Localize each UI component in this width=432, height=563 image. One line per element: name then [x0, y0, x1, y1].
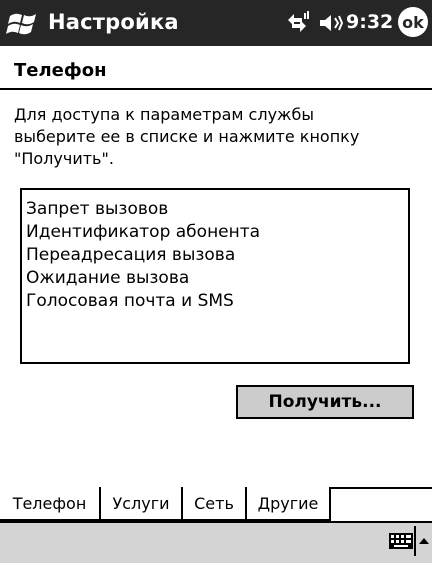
- services-listbox[interactable]: Запрет вызовов Идентификатор абонента Пе…: [20, 188, 410, 364]
- windows-flag-icon[interactable]: [6, 6, 42, 40]
- list-item-call-barring[interactable]: Запрет вызовов: [26, 198, 168, 220]
- list-item-voicemail-sms[interactable]: Голосовая почта и SMS: [26, 290, 234, 312]
- app-title[interactable]: Настройка: [48, 10, 179, 34]
- ok-button[interactable]: ok: [398, 7, 428, 37]
- keyboard-icon[interactable]: [388, 531, 414, 551]
- tab-network[interactable]: Сеть: [181, 487, 247, 521]
- get-button[interactable]: Получить...: [236, 385, 414, 419]
- tab-other[interactable]: Другие: [245, 487, 331, 521]
- header-divider: [0, 88, 432, 90]
- list-item-caller-id[interactable]: Идентификатор абонента: [26, 221, 260, 243]
- tab-phone[interactable]: Телефон: [0, 487, 101, 521]
- list-item-call-forwarding[interactable]: Переадресация вызова: [26, 244, 235, 266]
- clock[interactable]: 9:32: [346, 11, 393, 33]
- volume-icon[interactable]: [318, 11, 344, 35]
- connectivity-icon[interactable]: [284, 10, 310, 36]
- instructions-text: Для доступа к параметрам службы выберите…: [14, 105, 360, 168]
- menu-bar: [0, 521, 432, 563]
- page-title: Телефон: [14, 60, 107, 81]
- tab-services[interactable]: Услуги: [99, 487, 183, 521]
- up-arrow-icon[interactable]: [418, 531, 430, 551]
- list-item-call-waiting[interactable]: Ожидание вызова: [26, 267, 189, 289]
- title-bar: Настройка 9:32 ok: [0, 0, 432, 46]
- sip-separator: [414, 526, 416, 556]
